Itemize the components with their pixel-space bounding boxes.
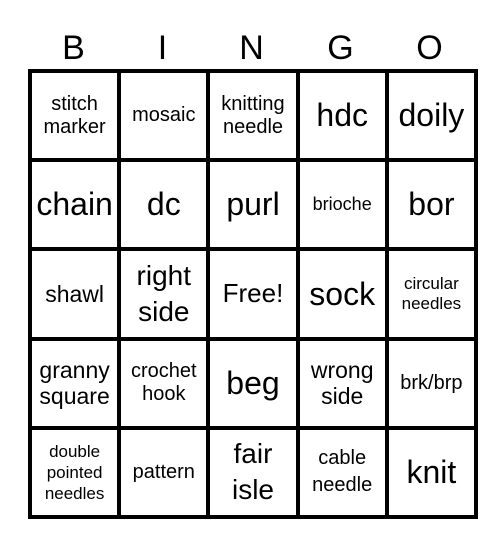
cell-label: stitch marker — [43, 92, 106, 138]
header-letter-o: O — [416, 29, 443, 67]
bingo-cell[interactable]: bor — [388, 162, 474, 248]
cell-label: brk/brp — [400, 371, 463, 394]
cell-label: doily — [398, 97, 465, 134]
cell-label: granny square — [39, 356, 110, 410]
cell-label: crochet hook — [130, 360, 197, 406]
cell-label: brioche — [312, 194, 372, 215]
bingo-cell[interactable]: wrong side — [299, 340, 385, 426]
bingo-cell[interactable]: doily — [388, 73, 474, 159]
bingo-header: B I N G O — [29, 28, 474, 68]
bingo-cell[interactable]: dc — [121, 162, 207, 248]
bingo-cell[interactable]: shawl — [32, 251, 118, 337]
cell-label: beg — [226, 364, 280, 401]
bingo-board: stitch marker mosaic knitting needle hdc… — [28, 69, 478, 519]
cell-label: knit — [406, 453, 457, 490]
cell-label: dc — [146, 186, 181, 223]
cell-label: cable needle — [312, 447, 373, 497]
bingo-cell[interactable]: stitch marker — [32, 73, 118, 159]
bingo-cell[interactable]: knit — [388, 429, 474, 515]
bingo-cell[interactable]: crochet hook — [121, 340, 207, 426]
bingo-cell[interactable]: right side — [121, 251, 207, 337]
header-letter-b: B — [62, 29, 85, 67]
cell-label: bor — [408, 186, 455, 223]
bingo-cell[interactable]: pattern — [121, 429, 207, 515]
bingo-cell[interactable]: double pointed needles — [32, 429, 118, 515]
bingo-cell[interactable]: knitting needle — [210, 73, 296, 159]
bingo-cell[interactable]: cable needle — [299, 429, 385, 515]
bingo-cell[interactable]: beg — [210, 340, 296, 426]
cell-label: sock — [309, 275, 376, 312]
cell-label: fair isle — [231, 438, 274, 506]
cell-label: circular needles — [401, 274, 462, 313]
bingo-cell[interactable]: granny square — [32, 340, 118, 426]
bingo-cell[interactable]: chain — [32, 162, 118, 248]
bingo-cell[interactable]: fair isle — [210, 429, 296, 515]
cell-label: knitting needle — [221, 92, 285, 138]
cell-label: right side — [136, 259, 192, 327]
cell-label: mosaic — [132, 104, 196, 127]
cell-label: shawl — [45, 280, 104, 307]
free-space-cell[interactable]: Free! — [210, 251, 296, 337]
cell-label: double pointed needles — [44, 441, 105, 504]
header-letter-i: I — [157, 29, 168, 67]
cell-label: wrong side — [310, 356, 374, 410]
bingo-cell[interactable]: purl — [210, 162, 296, 248]
cell-label: purl — [226, 186, 280, 223]
bingo-cell[interactable]: brk/brp — [388, 340, 474, 426]
free-space-label: Free! — [222, 278, 284, 309]
bingo-cell[interactable]: brioche — [299, 162, 385, 248]
cell-label: hdc — [316, 97, 368, 134]
bingo-cell[interactable]: hdc — [299, 73, 385, 159]
cell-label: chain — [36, 186, 113, 223]
header-letter-g: G — [327, 29, 354, 67]
bingo-cell[interactable]: sock — [299, 251, 385, 337]
bingo-cell[interactable]: mosaic — [121, 73, 207, 159]
header-letter-n: N — [239, 29, 264, 67]
bingo-cell[interactable]: circular needles — [388, 251, 474, 337]
cell-label: pattern — [132, 460, 195, 483]
